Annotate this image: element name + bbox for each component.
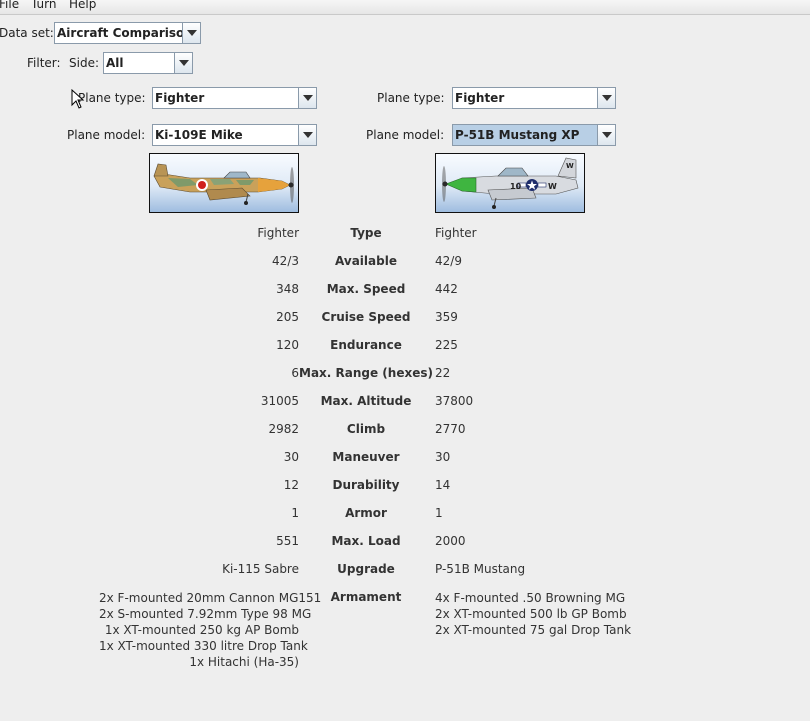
side-dropdown-button[interactable]	[174, 53, 192, 73]
left-stat-value: 1	[291, 506, 299, 520]
left-plane-type-label: Plane type:	[78, 91, 146, 105]
tail-code: W	[566, 162, 574, 170]
left-armament-item: 2x S-mounted 7.92mm Type 98 MG	[99, 607, 312, 621]
left-plane-type-combo[interactable]: Fighter	[152, 87, 317, 109]
dataset-dropdown-button[interactable]	[182, 23, 200, 43]
aircraft-p51-icon: 10 W W	[442, 157, 579, 209]
stat-label: Max. Speed	[326, 282, 406, 296]
right-plane-model-dropdown-button[interactable]	[597, 125, 615, 145]
right-armament-item: 2x XT-mounted 500 lb GP Bomb	[435, 607, 627, 621]
dataset-value: Aircraft Comparison	[57, 26, 193, 40]
menu-help[interactable]: Help	[69, 0, 96, 11]
left-armament-item: 1x XT-mounted 250 kg AP Bomb	[104, 623, 299, 637]
right-stat-value: 42/9	[435, 254, 462, 268]
fuselage-code-2: W	[548, 182, 557, 191]
right-plane-type-combo[interactable]: Fighter	[452, 87, 616, 109]
left-plane-model-dropdown-button[interactable]	[298, 125, 316, 145]
left-stat-value: 12	[283, 478, 299, 492]
left-plane-model-value: Ki-109E Mike	[155, 128, 243, 142]
right-armament-item: 2x XT-mounted 75 gal Drop Tank	[435, 623, 632, 637]
stat-label: Cruise Speed	[321, 310, 411, 324]
right-stat-value: 37800	[435, 394, 474, 408]
left-armament-item: 1x Hitachi (Ha-35)	[189, 655, 299, 669]
menu-bar: File Turn Help	[0, 0, 810, 15]
left-armament-list: 2x F-mounted 20mm Cannon MG151 2x S-mount…	[99, 590, 322, 670]
menu-file[interactable]: File	[0, 0, 19, 11]
left-stat-value: 42/3	[272, 254, 299, 268]
left-plane-model-combo[interactable]: Ki-109E Mike	[152, 124, 317, 146]
left-stat-value: Fighter	[257, 226, 299, 240]
chevron-down-icon	[602, 132, 612, 138]
left-armament-item: 2x F-mounted 20mm Cannon MG151	[99, 591, 322, 605]
right-stat-value: 1	[435, 506, 443, 520]
right-plane-type-dropdown-button[interactable]	[597, 88, 615, 108]
left-stat-value: 348	[276, 282, 299, 296]
left-stat-value: Ki-115 Sabre	[222, 562, 299, 576]
side-label: Side:	[69, 56, 99, 70]
left-armament-item: 1x XT-mounted 330 litre Drop Tank	[99, 639, 308, 653]
mouse-cursor-icon	[71, 89, 85, 109]
left-stat-value: 120	[276, 338, 299, 352]
left-plane-model-label: Plane model:	[67, 128, 146, 142]
filter-label: Filter:	[27, 56, 61, 70]
dataset-label: Data set:	[0, 26, 54, 40]
stat-label: Endurance	[330, 338, 402, 352]
right-stat-value: 14	[435, 478, 451, 492]
left-stat-value: 2982	[268, 422, 299, 436]
chevron-down-icon	[303, 95, 313, 101]
stat-label: Max. Range (hexes)	[299, 366, 433, 380]
stat-label: Armor	[345, 506, 387, 520]
right-stat-value: P-51B Mustang	[435, 562, 526, 576]
left-stat-value: 31005	[260, 394, 299, 408]
right-stat-value: 2770	[435, 422, 466, 436]
right-armament-list: 4x F-mounted .50 Browning MG 2x XT-mounte…	[435, 590, 631, 638]
right-stat-value: Fighter	[435, 226, 477, 240]
chevron-down-icon	[179, 60, 189, 66]
stat-label: Durability	[332, 478, 400, 492]
stat-label: Maneuver	[332, 450, 400, 464]
right-plane-model-combo[interactable]: P-51B Mustang XP	[452, 124, 616, 146]
right-plane-model-label: Plane model:	[366, 128, 445, 142]
right-stat-value: 22	[435, 366, 451, 380]
chevron-down-icon	[303, 132, 313, 138]
side-combo[interactable]: All	[103, 52, 193, 74]
right-plane-type-value: Fighter	[455, 91, 505, 105]
fuselage-code: 10	[510, 182, 522, 191]
left-stat-value: 205	[276, 310, 299, 324]
left-stat-value: 30	[283, 450, 299, 464]
right-plane-type-label: Plane type:	[377, 91, 445, 105]
right-stat-value: 225	[435, 338, 458, 352]
right-plane-model-value: P-51B Mustang XP	[455, 128, 580, 142]
left-plane-type-dropdown-button[interactable]	[298, 88, 316, 108]
left-stat-value: 551	[276, 534, 299, 548]
right-stat-value: 442	[435, 282, 458, 296]
right-stat-value: 2000	[435, 534, 466, 548]
menu-turn[interactable]: Turn	[31, 0, 56, 11]
right-plane-image: 10 W W	[435, 153, 585, 213]
left-plane-image	[149, 153, 299, 213]
stat-label: Climb	[346, 422, 386, 436]
left-stat-value: 6	[291, 366, 299, 380]
right-stat-value: 30	[435, 450, 451, 464]
dataset-combo[interactable]: Aircraft Comparison	[54, 22, 201, 44]
left-plane-type-value: Fighter	[155, 91, 205, 105]
stat-label: Upgrade	[337, 562, 395, 576]
side-value: All	[106, 56, 124, 70]
armament-label: Armament	[330, 590, 402, 604]
chevron-down-icon	[187, 30, 197, 36]
right-armament-item: 4x F-mounted .50 Browning MG	[435, 591, 626, 605]
stat-label: Max. Altitude	[320, 394, 412, 408]
aircraft-bf109-icon	[153, 163, 294, 205]
stat-label: Available	[335, 254, 397, 268]
stat-label: Type	[350, 226, 382, 240]
chevron-down-icon	[602, 95, 612, 101]
right-stat-value: 359	[435, 310, 458, 324]
stat-label: Max. Load	[331, 534, 401, 548]
